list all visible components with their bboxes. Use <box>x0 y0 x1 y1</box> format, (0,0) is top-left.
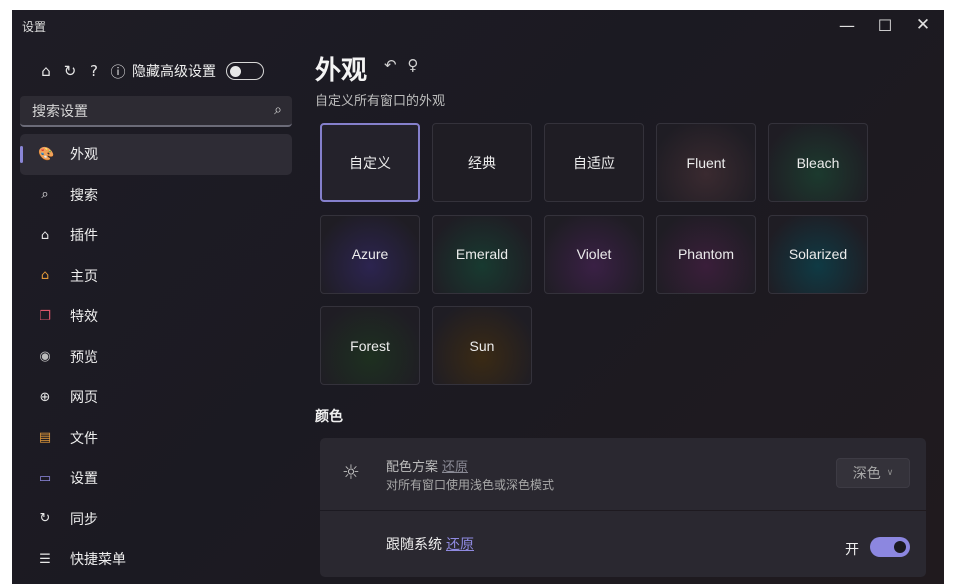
sidebar-item-10[interactable]: ☰ 快捷菜单 <box>20 539 292 580</box>
sidebar-item-label: 设置 <box>70 471 98 488</box>
palette-icon: 🎨 <box>38 146 55 162</box>
search-input[interactable] <box>20 96 274 127</box>
page-title: 外观 <box>315 56 368 86</box>
eye-icon: ◉ <box>39 349 51 365</box>
sidebar-item-label: 特效 <box>70 309 98 326</box>
sidebar-item-4[interactable]: ❐ 特效 <box>20 296 292 337</box>
theme-tile[interactable]: 自适应 <box>544 123 644 202</box>
window-title: 设置 <box>22 20 47 34</box>
color-section-title: 颜色 <box>315 409 343 425</box>
theme-tile[interactable]: 经典 <box>432 123 532 202</box>
color-scheme-dropdown[interactable]: 深色 ∨ <box>836 458 910 488</box>
refresh-icon[interactable]: ↻ <box>58 62 82 80</box>
theme-tile[interactable]: Bleach <box>768 123 868 202</box>
sidebar-item-9[interactable]: ↻ 同步 <box>20 499 292 540</box>
follow-system-restore-link[interactable]: 还原 <box>446 537 474 553</box>
sync-icon: ↻ <box>39 511 51 527</box>
laptop-icon: ▭ <box>38 470 52 486</box>
follow-system-card: 跟随系统 还原 开 <box>320 511 926 577</box>
hide-advanced-toggle[interactable] <box>226 62 264 80</box>
undo-icon[interactable]: ↶ <box>384 56 397 74</box>
follow-system-toggle[interactable] <box>870 537 910 557</box>
help-icon[interactable]: ? <box>82 62 106 80</box>
brightness-icon: ☼ <box>342 460 360 484</box>
color-scheme-restore-link[interactable]: 还原 <box>442 460 468 475</box>
theme-tile[interactable]: Emerald <box>432 214 532 294</box>
file-icon: ▤ <box>38 430 52 446</box>
search-icon[interactable]: ⌕ <box>274 102 282 118</box>
color-scheme-description: 对所有窗口使用浅色或深色模式 <box>386 478 555 492</box>
theme-tile[interactable]: Sun <box>432 306 532 385</box>
settings-window: 设置 — ☐ ✕ ⌂ ↻ ? ⓘ 隐藏高级设置 ⌕ 🎨 外观 ⌕ 搜索 ⌂ 插件 ⌂ 主页 ❐ 特… <box>12 10 944 584</box>
follow-system-state: 开 <box>845 542 859 558</box>
sidebar-item-label: 搜索 <box>70 187 98 204</box>
minimize-button[interactable]: — <box>828 10 866 40</box>
sidebar-item-label: 插件 <box>70 228 98 245</box>
sidebar-item-2[interactable]: ⌂ 插件 <box>20 215 292 256</box>
sidebar-item-label: 网页 <box>70 390 98 407</box>
page-subtitle: 自定义所有窗口的外观 <box>315 94 446 109</box>
title-bar: 设置 — ☐ ✕ <box>12 10 944 40</box>
sidebar-item-8[interactable]: ▭ 设置 <box>20 458 292 499</box>
sidebar-item-5[interactable]: ◉ 预览 <box>20 337 292 378</box>
theme-tile[interactable]: 自定义 <box>320 123 420 202</box>
sidebar-nav: 🎨 外观 ⌕ 搜索 ⌂ 插件 ⌂ 主页 ❐ 特效 ◉ 预览 ⊕ 网页 ▤ 文件 ▭ 设置 ↻ 同步 ☰ 快捷菜单 <box>20 134 292 580</box>
sidebar-item-label: 主页 <box>70 268 98 285</box>
color-scheme-card: ☼ 配色方案 还原 对所有窗口使用浅色或深色模式 深色 ∨ <box>320 438 926 510</box>
sidebar-item-label: 快捷菜单 <box>70 552 126 569</box>
theme-tile[interactable]: Forest <box>320 306 420 385</box>
effects-icon: ❐ <box>39 308 51 324</box>
lightbulb-icon[interactable]: ♀ <box>407 56 418 74</box>
title-actions: ↶ ♀ <box>384 56 424 74</box>
menu-icon: ☰ <box>39 551 51 567</box>
home-icon: ⌂ <box>40 268 50 284</box>
sidebar-item-1[interactable]: ⌕ 搜索 <box>20 175 292 216</box>
search-icon: ⌕ <box>41 187 49 203</box>
plugin-store-icon[interactable]: ⌂ <box>34 62 58 80</box>
close-button[interactable]: ✕ <box>904 10 942 40</box>
theme-tile[interactable]: Phantom <box>656 214 756 294</box>
theme-tile[interactable]: Violet <box>544 214 644 294</box>
theme-tile[interactable]: Fluent <box>656 123 756 202</box>
sidebar-item-0[interactable]: 🎨 外观 <box>20 134 292 175</box>
sidebar-item-label: 预览 <box>70 349 98 366</box>
sidebar-toolbar: ⌂ ↻ ? ⓘ 隐藏高级设置 <box>34 58 264 84</box>
hide-advanced-label: 隐藏高级设置 <box>132 64 216 80</box>
search-box: ⌕ <box>20 96 292 127</box>
chevron-down-icon: ∨ <box>886 468 894 478</box>
color-scheme-title: 配色方案 还原 <box>386 460 469 475</box>
sidebar-item-label: 同步 <box>70 511 98 528</box>
theme-tile[interactable]: Solarized <box>768 214 868 294</box>
maximize-button[interactable]: ☐ <box>866 10 904 40</box>
sidebar-item-3[interactable]: ⌂ 主页 <box>20 256 292 297</box>
globe-icon: ⊕ <box>39 389 51 405</box>
plugin-icon: ⌂ <box>40 227 50 243</box>
follow-system-title: 跟随系统 还原 <box>386 537 474 553</box>
sidebar-item-7[interactable]: ▤ 文件 <box>20 418 292 459</box>
sidebar-item-label: 文件 <box>70 430 98 447</box>
sidebar-item-6[interactable]: ⊕ 网页 <box>20 377 292 418</box>
info-icon[interactable]: ⓘ <box>106 61 130 82</box>
color-scheme-value: 深色 <box>852 466 881 482</box>
theme-tile[interactable]: Azure <box>320 214 420 294</box>
sidebar-item-label: 外观 <box>70 147 98 164</box>
